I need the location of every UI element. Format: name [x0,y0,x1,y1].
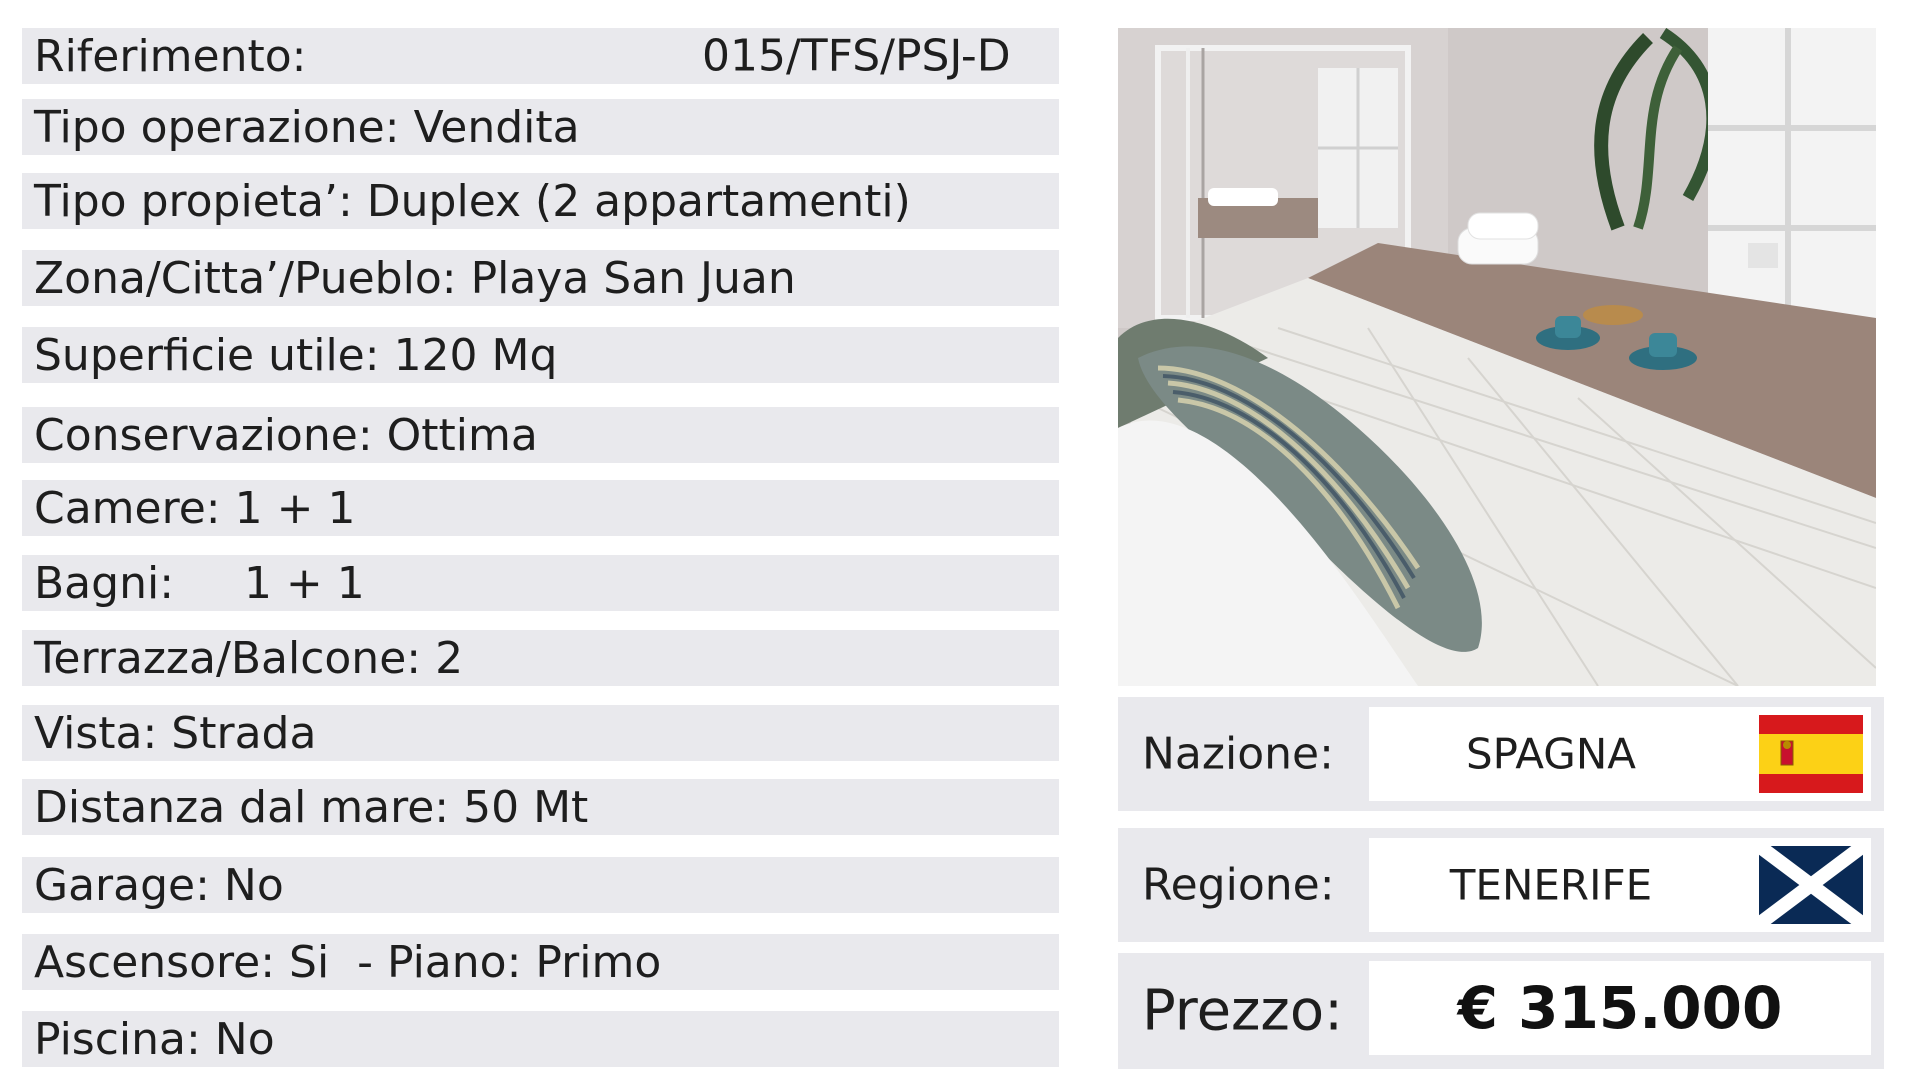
region-value: TENERIFE [1449,860,1653,910]
region-box: Regione: TENERIFE [1118,828,1884,942]
zone-text: Zona/Citta’/Pueblo: Playa San Juan [34,252,796,304]
bathrooms-text: Bagni: 1 + 1 [34,557,365,609]
pool-text: Piscina: No [34,1013,275,1065]
property-type-text: Tipo propieta’: Duplex (2 appartamenti) [34,175,911,227]
sea-distance-row: Distanza dal mare: 50 Mt [22,779,1059,835]
price-label: Prezzo: [1142,978,1343,1044]
operation-type-row: Tipo operazione: Vendita [22,99,1059,155]
reference-label: Riferimento: [34,30,307,82]
surface-text: Superficie utile: 120 Mq [34,329,558,381]
bedroom-photo [1118,28,1876,686]
price-value-box: € 315.000 [1369,961,1871,1055]
sea-distance-text: Distanza dal mare: 50 Mt [34,781,589,833]
reference-row: Riferimento: 015/TFS/PSJ-D [22,28,1059,84]
bathrooms-row: Bagni: 1 + 1 [22,555,1059,611]
property-sheet: Riferimento: 015/TFS/PSJ-D Tipo operazio… [0,0,1920,1080]
spain-flag-icon [1759,715,1863,793]
surface-row: Superficie utile: 120 Mq [22,327,1059,383]
price-value: € 315.000 [1457,974,1783,1042]
country-value: SPAGNA [1466,729,1636,779]
property-type-row: Tipo propieta’: Duplex (2 appartamenti) [22,173,1059,229]
garage-row: Garage: No [22,857,1059,913]
view-text: Vista: Strada [34,707,317,759]
elevator-row: Ascensore: Si - Piano: Primo [22,934,1059,990]
country-label: Nazione: [1142,728,1334,780]
country-value-box: SPAGNA [1369,707,1871,801]
terrace-row: Terrazza/Balcone: 2 [22,630,1059,686]
rooms-row: Camere: 1 + 1 [22,480,1059,536]
reference-value: 015/TFS/PSJ-D [702,30,1011,82]
rooms-text: Camere: 1 + 1 [34,482,356,534]
operation-type-text: Tipo operazione: Vendita [34,101,580,153]
terrace-text: Terrazza/Balcone: 2 [34,632,464,684]
tenerife-flag-icon [1759,846,1863,924]
condition-text: Conservazione: Ottima [34,409,538,461]
garage-text: Garage: No [34,859,284,911]
price-box: Prezzo: € 315.000 [1118,953,1884,1069]
condition-row: Conservazione: Ottima [22,407,1059,463]
region-value-box: TENERIFE [1369,838,1871,932]
region-label: Regione: [1142,859,1335,911]
zone-row: Zona/Citta’/Pueblo: Playa San Juan [22,250,1059,306]
country-box: Nazione: SPAGNA [1118,697,1884,811]
elevator-text: Ascensore: Si - Piano: Primo [34,936,662,988]
view-row: Vista: Strada [22,705,1059,761]
pool-row: Piscina: No [22,1011,1059,1067]
